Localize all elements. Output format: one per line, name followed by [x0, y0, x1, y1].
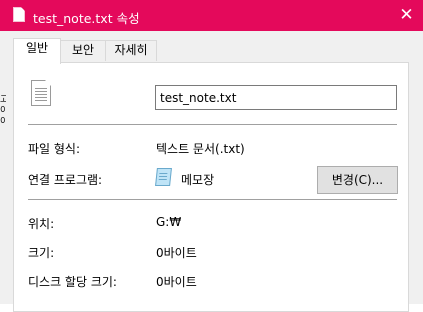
file-name-field[interactable]	[155, 85, 397, 110]
tab-general[interactable]: 일반	[13, 38, 61, 64]
size-on-disk-label: 디스크 할당 크기:	[28, 275, 117, 289]
size-on-disk-value: 0바이트	[156, 275, 197, 289]
open-with-value: 메모장	[181, 173, 215, 187]
location-label: 위치:	[28, 217, 55, 231]
change-button[interactable]: 변경(C)...	[317, 166, 398, 194]
text-file-icon	[31, 80, 51, 106]
divider	[28, 124, 397, 125]
tab-details[interactable]: 자세히	[105, 40, 157, 61]
tab-security-label: 보안	[71, 43, 95, 57]
text-file-icon	[13, 7, 25, 22]
title-bar: test_note.txt 속성 ✕	[0, 0, 423, 31]
file-type-value: 텍스트 문서(.txt)	[156, 142, 245, 156]
file-type-label: 파일 형식:	[28, 142, 81, 156]
notepad-icon	[155, 168, 172, 186]
background-window-strip: 고 이 이	[0, 31, 7, 304]
size-value: 0바이트	[156, 246, 197, 260]
window-title: test_note.txt 속성	[33, 11, 140, 26]
tab-general-label: 일반	[25, 41, 49, 55]
close-button[interactable]: ✕	[390, 0, 423, 31]
open-with-label: 연결 프로그램:	[28, 173, 103, 187]
tab-details-label: 자세히	[114, 43, 148, 57]
location-value: G:₩	[156, 215, 182, 229]
divider	[28, 199, 397, 200]
size-label: 크기:	[28, 246, 55, 260]
tab-security[interactable]: 보안	[60, 40, 106, 61]
background-window-text: 고 이 이	[0, 95, 6, 127]
